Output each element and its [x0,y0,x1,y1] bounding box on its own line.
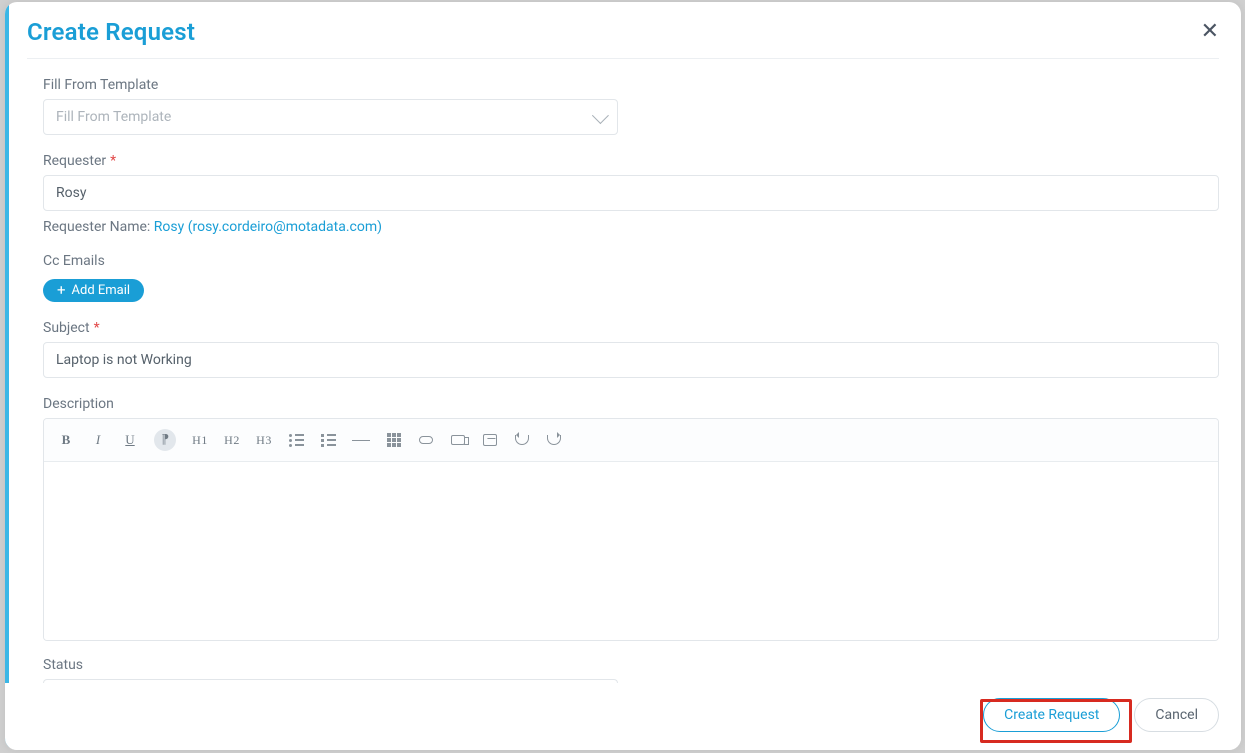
template-label: Fill From Template [43,77,1219,93]
modal-header: Create Request ✕ [5,2,1241,58]
h2-button[interactable]: H2 [224,430,240,450]
image-icon[interactable] [482,430,498,450]
subject-input-wrap [43,342,1219,378]
underline-icon[interactable]: U [122,430,138,450]
template-placeholder: Fill From Template [56,109,171,125]
modal-body: Fill From Template Fill From Template Re… [5,59,1241,750]
bold-icon[interactable]: B [58,430,74,450]
requester-input-wrap [43,175,1219,211]
bullet-list-icon[interactable] [288,430,304,450]
chevron-down-icon [592,107,609,124]
description-label: Description [43,396,1219,412]
editor-toolbar: B I U ¶ H1 H2 H3 [44,419,1218,462]
h3-button[interactable]: H3 [256,430,272,450]
close-icon[interactable]: ✕ [1201,21,1219,43]
redo-icon[interactable] [546,430,562,450]
requester-link[interactable]: Rosy (rosy.cordeiro@motadata.com) [154,219,382,235]
description-editor[interactable] [44,462,1218,640]
required-marker: * [110,153,116,169]
subject-input[interactable] [56,343,1206,377]
required-marker: * [94,320,100,336]
table-icon[interactable] [386,430,402,450]
field-description: Description B I U ¶ H1 H2 H3 [43,396,1219,641]
requester-hint: Requester Name: Rosy (rosy.cordeiro@mota… [43,219,1219,235]
plus-icon: + [57,283,66,298]
field-subject: Subject* [43,320,1219,378]
field-cc: Cc Emails + Add Email [43,253,1219,302]
modal-footer: Create Request Cancel [5,683,1241,750]
subject-label: Subject* [43,320,1219,336]
status-label: Status [43,657,1219,673]
hr-icon[interactable] [352,430,370,450]
template-select[interactable]: Fill From Template [43,99,618,135]
field-requester: Requester* Requester Name: Rosy (rosy.co… [43,153,1219,235]
undo-icon[interactable] [514,430,530,450]
cancel-button[interactable]: Cancel [1134,698,1219,732]
italic-icon[interactable]: I [90,430,106,450]
requester-input[interactable] [56,176,1206,210]
rich-text-editor: B I U ¶ H1 H2 H3 [43,418,1219,641]
cc-label: Cc Emails [43,253,1219,269]
ordered-list-icon[interactable] [320,430,336,450]
add-email-button[interactable]: + Add Email [43,279,144,302]
h1-button[interactable]: H1 [192,430,208,450]
requester-label: Requester* [43,153,1219,169]
paragraph-icon[interactable]: ¶ [154,429,176,451]
create-request-modal: Create Request ✕ Fill From Template Fill… [5,2,1241,750]
modal-title: Create Request [27,18,195,46]
link-icon[interactable] [418,430,434,450]
field-template: Fill From Template Fill From Template [43,77,1219,135]
create-request-button[interactable]: Create Request [983,698,1120,732]
video-icon[interactable] [450,430,466,450]
